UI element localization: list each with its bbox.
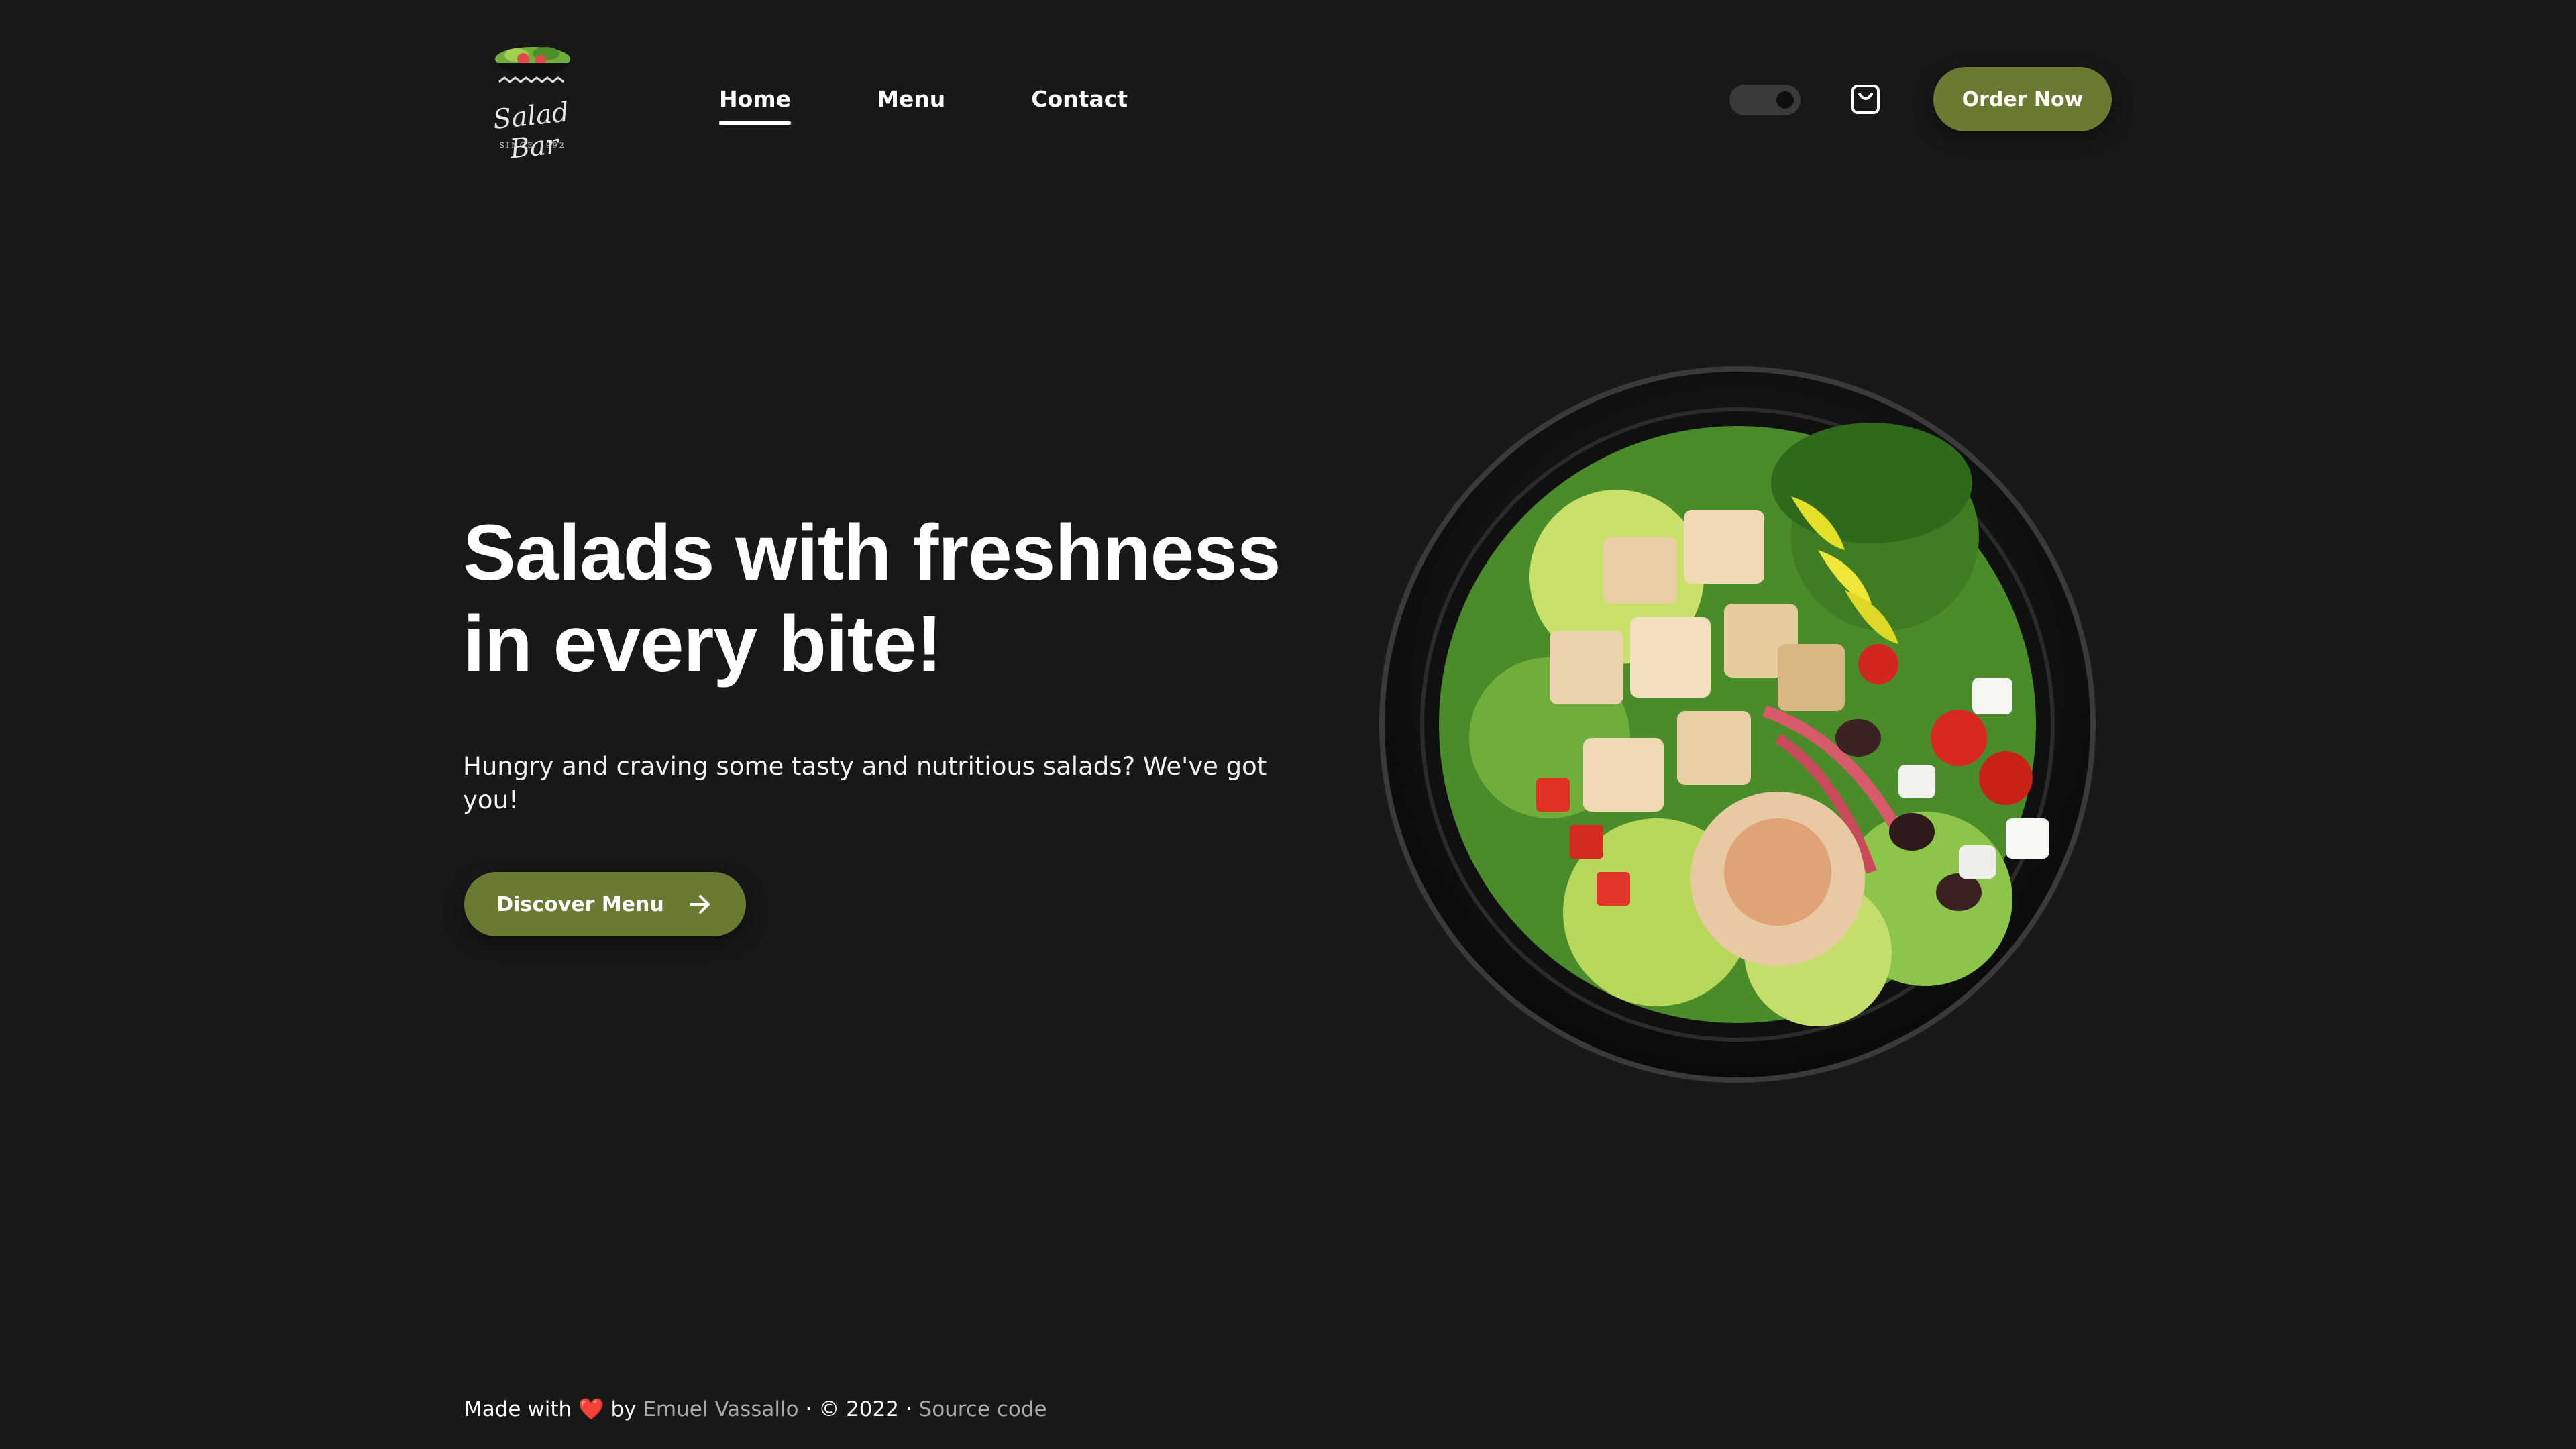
arrow-right-icon: [689, 895, 710, 914]
heart-icon: ❤️: [578, 1397, 604, 1421]
shopping-bag-icon[interactable]: [1849, 82, 1882, 117]
logo-script-text: Salad Bar: [491, 97, 571, 165]
hero-title-line-2: in every bite!: [463, 600, 943, 688]
hero-title: Salads with freshness in every bite!: [463, 507, 1301, 690]
footer: Made with ❤️ by Emuel Vassallo · © 2022 …: [464, 1397, 1047, 1421]
footer-separator-2: ·: [905, 1397, 912, 1421]
nav-link-home[interactable]: Home: [719, 83, 792, 125]
footer-author-link[interactable]: Emuel Vassallo: [643, 1397, 798, 1421]
theme-toggle[interactable]: [1729, 85, 1801, 115]
nav-link-menu[interactable]: Menu: [877, 83, 945, 115]
salad-bar-logo[interactable]: Salad Bar SINCE 1992: [476, 39, 589, 165]
footer-made-with: Made with: [464, 1397, 572, 1421]
order-now-button[interactable]: Order Now: [1933, 67, 2112, 131]
discover-menu-label: Discover Menu: [496, 892, 664, 916]
hero-title-line-1: Salads with freshness: [463, 508, 1281, 597]
salad-bowl-image: [1375, 362, 2100, 1087]
main-nav: Home Menu Contact: [719, 83, 1214, 125]
logo-since-text: SINCE 1992: [499, 141, 566, 150]
hero-subtitle: Hungry and craving some tasty and nutrit…: [463, 752, 1267, 814]
footer-separator-1: ·: [805, 1397, 812, 1421]
footer-copyright: © 2022: [818, 1397, 899, 1421]
footer-source-code-link[interactable]: Source code: [919, 1397, 1047, 1421]
toggle-knob: [1776, 91, 1794, 109]
page: Salad Bar SINCE 1992 Home Menu Contact O…: [0, 0, 2576, 1449]
footer-by: by: [610, 1397, 637, 1421]
discover-menu-button[interactable]: Discover Menu: [464, 872, 746, 936]
nav-link-contact[interactable]: Contact: [1031, 83, 1128, 115]
